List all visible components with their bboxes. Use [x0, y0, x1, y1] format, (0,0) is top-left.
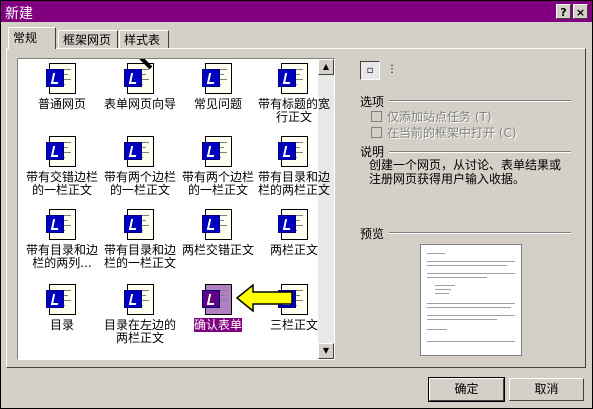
template-item[interactable]: 带有交错边栏的一栏正文	[22, 136, 102, 197]
template-item[interactable]: 带有两个边栏的一栏正文	[178, 136, 258, 197]
options-heading: 选项	[360, 95, 385, 109]
template-label: 带有目录和边栏的两栏正文	[254, 171, 334, 197]
description-divider	[389, 151, 571, 153]
template-label-text: 带有目录和边栏的两列...	[25, 243, 98, 270]
document-icon	[46, 209, 78, 241]
template-item[interactable]: 带有两个边栏的一栏正文	[100, 136, 180, 197]
template-item[interactable]: 普通网页	[22, 63, 102, 111]
arrow-icon	[236, 284, 293, 312]
template-item[interactable]: 带有目录和边栏的两列...	[22, 209, 102, 270]
template-item[interactable]: 带有目录和边栏的一栏正文	[100, 209, 180, 270]
template-label-text: 带有目录和边栏的一栏正文	[103, 243, 176, 270]
template-item[interactable]: 目录在左边的两栏正文	[100, 284, 180, 345]
large-icons-view-button[interactable]: ▫	[360, 61, 380, 80]
template-label-text: 三栏正文	[269, 318, 318, 332]
document-icon	[46, 63, 78, 95]
open-in-frame-checkbox[interactable]	[371, 127, 382, 138]
template-label: 三栏正文	[254, 319, 334, 332]
template-label-text: 普通网页	[37, 97, 86, 111]
document-icon	[124, 136, 156, 168]
template-label-text: 目录在左边的两栏正文	[103, 318, 176, 345]
template-label: 带有目录和边栏的一栏正文	[100, 244, 180, 270]
template-label-text: 确认表单	[193, 318, 242, 332]
template-label: 两栏正文	[254, 244, 334, 257]
template-label: 带有交错边栏的一栏正文	[22, 171, 102, 197]
template-label: 常见问题	[178, 98, 258, 111]
template-label: 带有两个边栏的一栏正文	[178, 171, 258, 197]
document-icon	[278, 209, 310, 241]
template-item[interactable]: 带有标题的宽行正文	[254, 63, 334, 124]
document-icon	[278, 136, 310, 168]
document-icon	[46, 284, 78, 316]
document-icon	[202, 63, 234, 95]
document-icon	[124, 284, 156, 316]
add-task-label: 仅添加站点任务 (T)	[387, 110, 492, 124]
document-icon	[124, 209, 156, 241]
document-icon	[202, 136, 234, 168]
template-label: 确认表单	[178, 318, 258, 332]
close-button[interactable]: ×	[573, 4, 588, 19]
template-label: 目录	[22, 319, 102, 332]
tab-label: 样式表	[124, 33, 161, 47]
document-icon	[124, 59, 156, 95]
template-item[interactable]: 带有目录和边栏的两栏正文	[254, 136, 334, 197]
tab-label: 框架网页	[63, 33, 112, 47]
template-label-text: 常见问题	[193, 97, 242, 111]
tab-stylesheets[interactable]: 样式表	[119, 30, 169, 48]
preview-thumbnail	[420, 244, 522, 356]
title-bar[interactable]: 新建 ? ×	[1, 1, 592, 22]
template-label: 带有标题的宽行正文	[254, 98, 334, 124]
scroll-down-icon[interactable]: ▼	[318, 343, 334, 359]
template-label-text: 带有两个边栏的一栏正文	[181, 170, 254, 197]
template-label-text: 两栏交错正文	[181, 243, 254, 257]
template-label-text: 带有目录和边栏的两栏正文	[257, 170, 330, 197]
template-item[interactable]: 表单网页向导	[100, 59, 180, 111]
template-label: 普通网页	[22, 98, 102, 111]
template-item[interactable]: 常见问题	[178, 63, 258, 111]
template-item[interactable]: 两栏正文	[254, 209, 334, 257]
template-label-text: 带有标题的宽行正文	[257, 97, 330, 124]
preview-divider	[389, 232, 571, 234]
document-icon	[46, 136, 78, 168]
template-item[interactable]: 两栏交错正文	[178, 209, 258, 257]
template-label: 目录在左边的两栏正文	[100, 319, 180, 345]
description-text: 创建一个网页，从讨论、表单结果或注册网页获得用户输入收据。	[369, 158, 562, 186]
preview-heading: 预览	[360, 227, 385, 241]
template-label: 两栏交错正文	[178, 244, 258, 257]
new-page-dialog: 新建 ? × 常规 框架网页 样式表 ▲ ▼ 普通网页 表单网页向导 常见问题 带有标…	[0, 0, 593, 409]
template-item[interactable]: 目录	[22, 284, 102, 332]
options-divider	[389, 100, 571, 102]
tab-general[interactable]: 常规	[8, 27, 56, 49]
template-label-text: 目录	[49, 318, 74, 332]
document-icon	[278, 63, 310, 95]
template-label: 表单网页向导	[100, 98, 180, 111]
help-button[interactable]: ?	[556, 4, 571, 19]
dialog-title: 新建	[5, 6, 33, 22]
template-label-text: 带有交错边栏的一栏正文	[25, 170, 98, 197]
cancel-button[interactable]: 取消	[509, 378, 584, 401]
template-label-text: 带有两个边栏的一栏正文	[103, 170, 176, 197]
document-icon	[202, 209, 234, 241]
tab-frames[interactable]: 框架网页	[58, 30, 118, 48]
template-list[interactable]: ▲ ▼ 普通网页 表单网页向导 常见问题 带有标题的宽行正文 带有交错边栏的一栏正文 带有…	[17, 58, 335, 360]
template-label-text: 两栏正文	[269, 243, 318, 257]
list-view-button[interactable]: ⋮	[382, 61, 402, 80]
template-label: 带有目录和边栏的两列...	[22, 244, 102, 270]
document-icon	[202, 284, 234, 316]
open-in-frame-label: 在当前的框架中打开 (C)	[387, 126, 517, 140]
ok-button[interactable]: 确定	[428, 377, 505, 402]
tab-label: 常规	[13, 31, 38, 45]
template-label: 带有两个边栏的一栏正文	[100, 171, 180, 197]
add-task-checkbox[interactable]	[371, 111, 382, 122]
template-label-text: 表单网页向导	[103, 97, 176, 111]
